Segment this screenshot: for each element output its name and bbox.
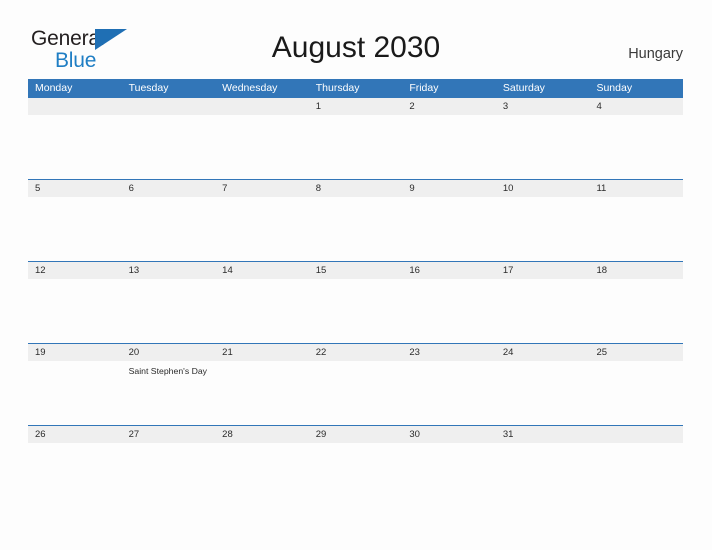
day-cell[interactable] — [28, 361, 122, 425]
weekday-friday: Friday — [409, 82, 439, 94]
day-cell[interactable] — [589, 279, 683, 343]
week-row: 19 20 21 22 23 24 25 Saint Stephen's Day — [28, 343, 683, 425]
day-cell[interactable] — [122, 197, 216, 261]
day-number[interactable]: 19 — [28, 344, 122, 361]
day-number[interactable]: 8 — [309, 180, 403, 197]
day-number[interactable]: 16 — [402, 262, 496, 279]
day-cell[interactable] — [215, 443, 309, 507]
week-row: 5 6 7 8 9 10 11 — [28, 179, 683, 261]
day-number[interactable] — [215, 98, 309, 115]
weekday-sunday: Sunday — [596, 82, 633, 94]
day-cell[interactable] — [402, 279, 496, 343]
day-cell[interactable]: Saint Stephen's Day — [122, 361, 216, 425]
week-number-band: 5 6 7 8 9 10 11 — [28, 180, 683, 197]
week-number-band: 12 13 14 15 16 17 18 — [28, 262, 683, 279]
day-number[interactable]: 26 — [28, 426, 122, 443]
week-row: 12 13 14 15 16 17 18 — [28, 261, 683, 343]
day-event-label: Saint Stephen's Day — [128, 366, 208, 376]
day-cell[interactable] — [28, 115, 122, 179]
page-title: August 2030 — [271, 31, 441, 64]
day-number[interactable]: 31 — [496, 426, 590, 443]
day-number[interactable]: 17 — [496, 262, 590, 279]
weekday-tuesday: Tuesday — [128, 82, 169, 94]
week-event-band — [28, 279, 683, 343]
weekday-header-row: Monday Tuesday Wednesday Thursday Friday… — [28, 79, 683, 97]
week-row: 1 2 3 4 — [28, 97, 683, 179]
day-number[interactable]: 9 — [402, 180, 496, 197]
day-number[interactable]: 14 — [215, 262, 309, 279]
day-number[interactable]: 27 — [122, 426, 216, 443]
page-header: General Blue August 2030 Hungary — [0, 0, 712, 71]
day-number[interactable]: 5 — [28, 180, 122, 197]
day-number[interactable]: 18 — [589, 262, 683, 279]
day-number[interactable]: 28 — [215, 426, 309, 443]
day-number[interactable]: 13 — [122, 262, 216, 279]
day-number[interactable]: 7 — [215, 180, 309, 197]
day-cell[interactable] — [589, 197, 683, 261]
day-cell[interactable] — [402, 115, 496, 179]
day-number[interactable]: 21 — [215, 344, 309, 361]
country-label: Hungary — [628, 46, 683, 62]
day-cell[interactable] — [215, 115, 309, 179]
day-cell[interactable] — [496, 443, 590, 507]
day-cell[interactable] — [122, 115, 216, 179]
day-number[interactable]: 10 — [496, 180, 590, 197]
week-row: 26 27 28 29 30 31 — [28, 425, 683, 507]
week-number-band: 26 27 28 29 30 31 — [28, 426, 683, 443]
day-cell[interactable] — [589, 361, 683, 425]
week-number-band: 1 2 3 4 — [28, 98, 683, 115]
day-number[interactable] — [28, 98, 122, 115]
day-cell[interactable] — [402, 197, 496, 261]
weekday-wednesday: Wednesday — [222, 82, 278, 94]
day-cell[interactable] — [496, 361, 590, 425]
day-cell[interactable] — [589, 443, 683, 507]
day-cell[interactable] — [496, 279, 590, 343]
day-number[interactable]: 23 — [402, 344, 496, 361]
day-number[interactable] — [122, 98, 216, 115]
day-number[interactable]: 15 — [309, 262, 403, 279]
day-number[interactable]: 6 — [122, 180, 216, 197]
day-number[interactable]: 22 — [309, 344, 403, 361]
day-number[interactable]: 24 — [496, 344, 590, 361]
day-cell[interactable] — [402, 443, 496, 507]
day-number[interactable]: 30 — [402, 426, 496, 443]
day-number[interactable]: 20 — [122, 344, 216, 361]
week-event-band — [28, 115, 683, 179]
day-cell[interactable] — [215, 361, 309, 425]
weekday-thursday: Thursday — [315, 82, 360, 94]
week-event-band — [28, 443, 683, 507]
day-number[interactable]: 1 — [309, 98, 403, 115]
week-event-band — [28, 197, 683, 261]
week-number-band: 19 20 21 22 23 24 25 — [28, 344, 683, 361]
calendar-page: General Blue August 2030 Hungary Monday … — [0, 0, 712, 550]
day-cell[interactable] — [309, 115, 403, 179]
day-cell[interactable] — [28, 279, 122, 343]
day-cell[interactable] — [309, 197, 403, 261]
day-cell[interactable] — [589, 115, 683, 179]
day-cell[interactable] — [309, 279, 403, 343]
weekday-monday: Monday — [35, 82, 73, 94]
day-cell[interactable] — [215, 197, 309, 261]
calendar-grid: Monday Tuesday Wednesday Thursday Friday… — [28, 79, 683, 507]
day-cell[interactable] — [309, 361, 403, 425]
day-cell[interactable] — [28, 443, 122, 507]
day-number[interactable]: 2 — [402, 98, 496, 115]
day-number[interactable]: 11 — [589, 180, 683, 197]
day-cell[interactable] — [215, 279, 309, 343]
day-cell[interactable] — [309, 443, 403, 507]
day-number[interactable]: 25 — [589, 344, 683, 361]
day-cell[interactable] — [122, 443, 216, 507]
day-number[interactable]: 12 — [28, 262, 122, 279]
day-cell[interactable] — [496, 115, 590, 179]
day-number[interactable]: 4 — [589, 98, 683, 115]
day-cell[interactable] — [28, 197, 122, 261]
week-event-band: Saint Stephen's Day — [28, 361, 683, 425]
weekday-saturday: Saturday — [502, 82, 545, 94]
day-cell[interactable] — [402, 361, 496, 425]
day-number[interactable]: 29 — [309, 426, 403, 443]
day-number[interactable] — [589, 426, 683, 443]
day-cell[interactable] — [122, 279, 216, 343]
day-number[interactable]: 3 — [496, 98, 590, 115]
day-cell[interactable] — [496, 197, 590, 261]
